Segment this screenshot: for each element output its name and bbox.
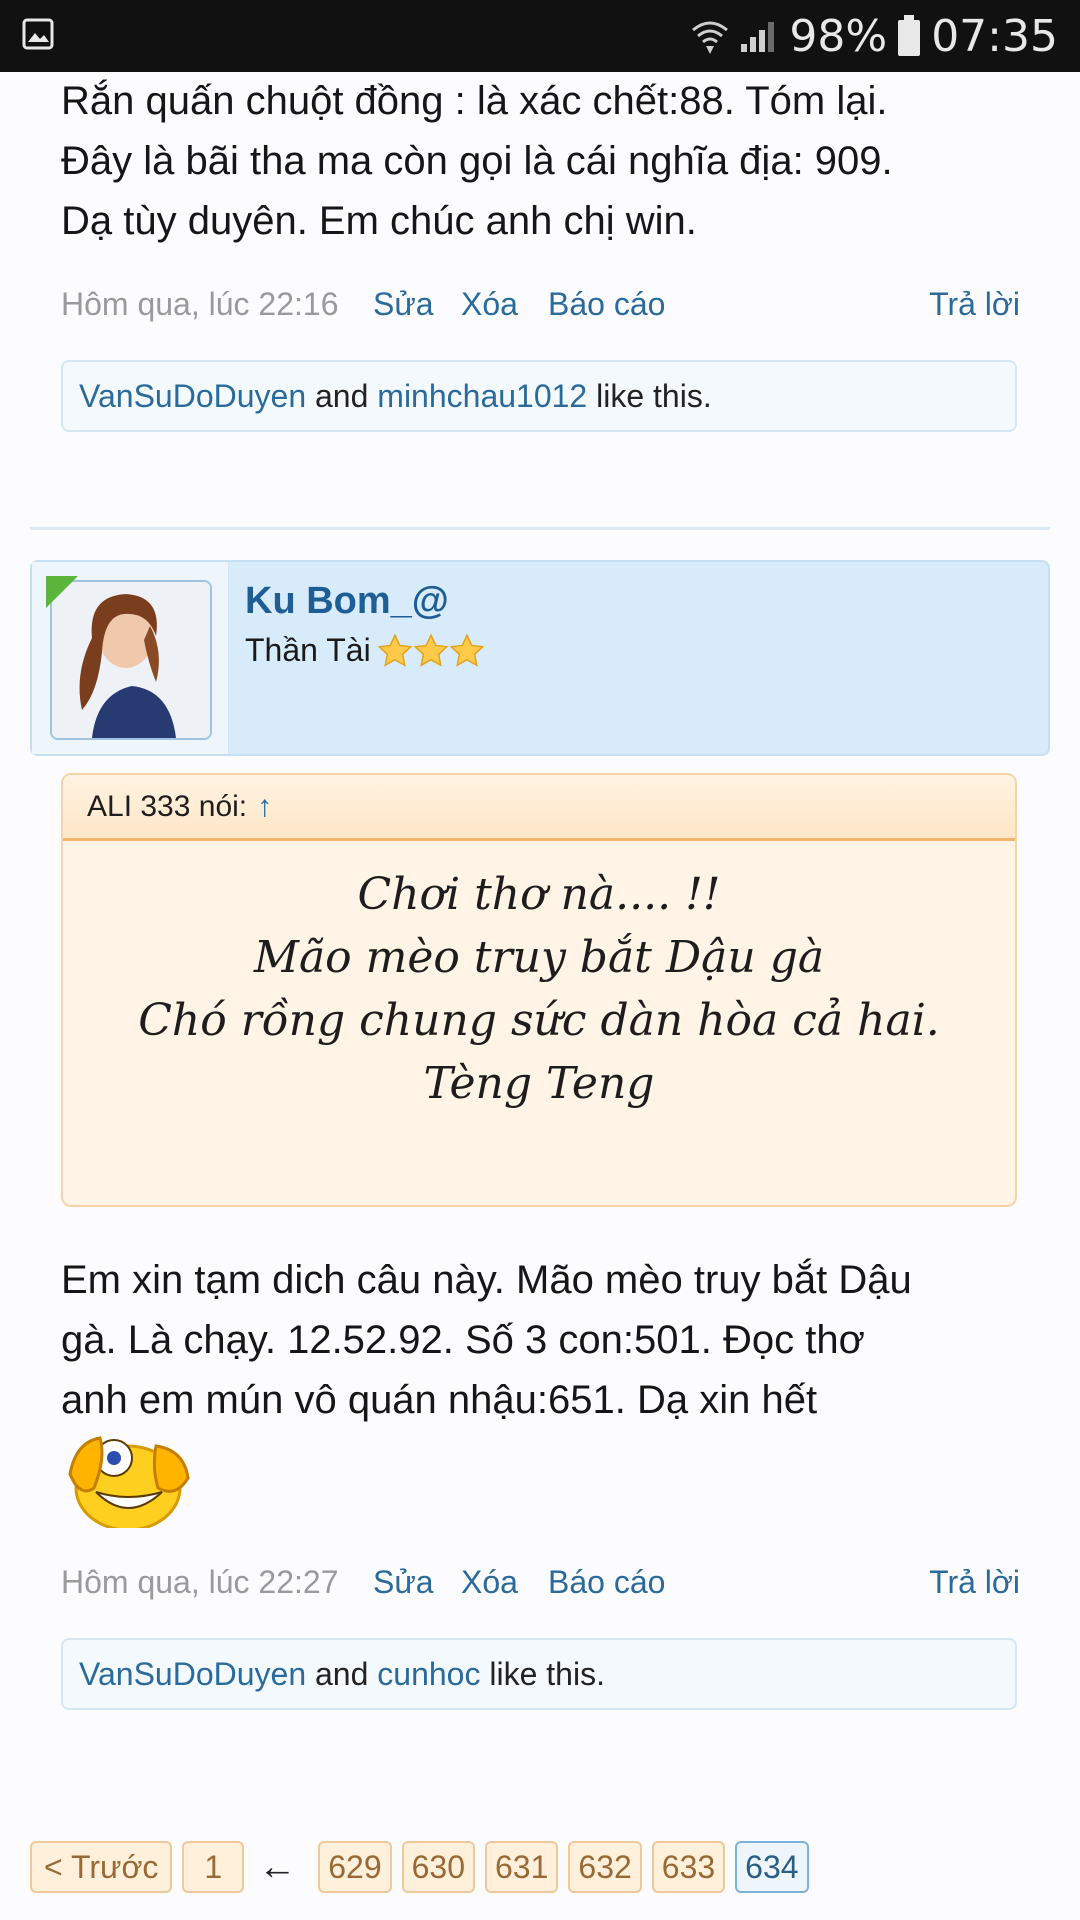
quote-line: Tèng Teng	[423, 1058, 655, 1109]
liker-link[interactable]: cunhoc	[377, 1656, 480, 1692]
reply-link[interactable]: Trả lời	[929, 286, 1020, 323]
image-icon	[22, 18, 54, 50]
liker-link[interactable]: VanSuDoDuyen	[79, 378, 306, 414]
page-jump-arrow-icon[interactable]: ←	[258, 1846, 296, 1889]
post-message: Rắn quấn chuột đồng : là xác chết:88. Tó…	[61, 71, 1021, 251]
likes-summary: VanSuDoDuyen and minhchau1012 like this.	[61, 360, 1017, 432]
post-line: gà. Là chạy. 12.52.92. Số 3 con:501. Đọc…	[61, 1318, 865, 1362]
reply-link[interactable]: Trả lời	[929, 1564, 1020, 1601]
page-link[interactable]: 631	[485, 1841, 559, 1893]
post-timestamp[interactable]: Hôm qua, lúc 22:16	[61, 286, 339, 323]
quote-line: Mão mèo truy bắt Dậu gà	[253, 932, 825, 983]
post-timestamp[interactable]: Hôm qua, lúc 22:27	[61, 1564, 339, 1601]
status-bar: 98% 07:35	[0, 0, 1080, 72]
quote-line: Chơi thơ nà.... !!	[357, 869, 721, 920]
post-line: Rắn quấn chuột đồng : là xác chết:88. Tó…	[61, 79, 888, 123]
edit-link[interactable]: Sửa	[373, 1564, 434, 1601]
post-line: Đây là bãi tha ma còn gọi là cái nghĩa đ…	[61, 139, 893, 183]
post-line: anh em mún vô quán nhậu:651. Dạ xin hết	[61, 1378, 818, 1422]
user-title: Thần Tài	[245, 632, 485, 669]
quote-line: Chó rồng chung sức dàn hòa cả hai.	[138, 995, 940, 1046]
quote-content: Chơi thơ nà.... !! Mão mèo truy bắt Dậu …	[63, 841, 1015, 1115]
page-link-current[interactable]: 634	[735, 1841, 809, 1893]
likes-and: and	[315, 378, 369, 414]
post-message: Em xin tạm dich câu này. Mão mèo truy bắ…	[61, 1250, 1041, 1430]
post-line: Dạ tùy duyên. Em chúc anh chị win.	[61, 199, 697, 243]
star-icon	[377, 632, 413, 667]
quote-author: ALI 333 nói:	[87, 790, 248, 823]
star-icon	[413, 632, 449, 667]
page-link[interactable]: 629	[318, 1841, 392, 1893]
delete-link[interactable]: Xóa	[461, 1564, 518, 1601]
page-link[interactable]: 633	[651, 1841, 726, 1893]
likes-suffix: like this.	[596, 378, 712, 414]
quote-block: ALI 333 nói: ↑ Chơi thơ nà.... !! Mão mèo…	[61, 773, 1017, 1207]
rank-stars	[377, 632, 485, 669]
page-link[interactable]: 632	[568, 1841, 642, 1893]
delete-link[interactable]: Xóa	[461, 286, 518, 323]
clock: 07:35	[931, 10, 1058, 62]
username[interactable]: Ku Bom_@	[245, 580, 449, 623]
report-link[interactable]: Báo cáo	[548, 1564, 665, 1601]
likes-and: and	[315, 1656, 369, 1692]
prev-page-button[interactable]: < Trước	[30, 1841, 173, 1893]
edit-link[interactable]: Sửa	[373, 286, 434, 323]
battery-icon	[898, 15, 921, 56]
user-card: Ku Bom_@ Thần Tài	[30, 560, 1050, 756]
page-link-first[interactable]: 1	[182, 1841, 245, 1893]
quote-jump-arrow-icon[interactable]: ↑	[257, 790, 272, 823]
post-divider	[30, 527, 1050, 530]
liker-link[interactable]: VanSuDoDuyen	[79, 1656, 306, 1692]
likes-suffix: like this.	[489, 1656, 605, 1692]
page-link[interactable]: 630	[401, 1841, 475, 1893]
liker-link[interactable]: minhchau1012	[377, 378, 587, 414]
avatar-container	[32, 562, 229, 754]
post-line: Em xin tạm dich câu này. Mão mèo truy bắ…	[61, 1258, 912, 1302]
laughing-peek-emoji-icon	[68, 1436, 190, 1528]
quote-header: ALI 333 nói: ↑	[63, 775, 1015, 841]
star-icon	[449, 632, 485, 667]
likes-summary: VanSuDoDuyen and cunhoc like this.	[61, 1638, 1017, 1710]
report-link[interactable]: Báo cáo	[548, 286, 665, 323]
user-rank: Thần Tài	[245, 632, 371, 668]
online-indicator	[46, 576, 78, 608]
pagination: < Trước 1 ← 629 630 631 632 633 634	[30, 1841, 819, 1893]
wifi-icon	[692, 21, 729, 54]
battery-percent: 98%	[789, 10, 888, 62]
signal-icon	[741, 22, 775, 52]
